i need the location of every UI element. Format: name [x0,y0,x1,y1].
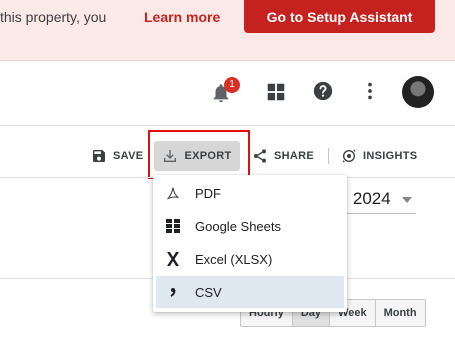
banner-text: this property, you [0,9,107,25]
save-label: SAVE [113,150,144,162]
export-menu-item-pdf[interactable]: PDF [156,177,344,209]
notification-badge: 1 [224,77,240,93]
share-button[interactable]: SHARE [252,146,314,166]
period-month[interactable]: Month [376,300,425,326]
date-range-caret-icon[interactable] [402,197,412,203]
export-menu-item-sheets[interactable]: Google Sheets [156,210,344,242]
share-icon [254,149,266,163]
sheets-icon [165,218,181,234]
setup-assistant-button[interactable]: Go to Setup Assistant [244,0,435,33]
learn-more-link[interactable]: Learn more [144,9,220,25]
more-vert-icon[interactable] [363,80,377,102]
apps-grid-icon[interactable] [265,81,287,103]
save-icon [93,150,105,162]
export-menu-item-excel[interactable]: Excel (XLSX) [156,243,344,275]
excel-icon [165,251,181,267]
pdf-icon [165,185,181,201]
export-menu-item-csv[interactable]: CSV [156,276,344,308]
account-avatar[interactable] [402,76,434,108]
csv-icon [165,284,181,300]
header-divider [0,125,455,126]
share-label: SHARE [274,150,315,162]
export-highlight-box [148,130,250,179]
export-menu: PDF Google Sheets Excel (XLSX) CSV [153,175,347,312]
help-icon[interactable] [312,80,334,102]
setup-banner: this property, you Learn more Go to Setu… [0,0,455,61]
sheets-label: Google Sheets [195,218,282,234]
csv-label: CSV [195,284,222,300]
pdf-label: PDF [195,185,221,201]
toolbar-separator [328,148,329,164]
excel-label: Excel (XLSX) [195,251,273,267]
insights-button[interactable]: INSIGHTS [341,146,417,166]
save-button[interactable]: SAVE [91,146,143,166]
insights-icon [342,149,356,163]
insights-label: INSIGHTS [363,150,418,162]
